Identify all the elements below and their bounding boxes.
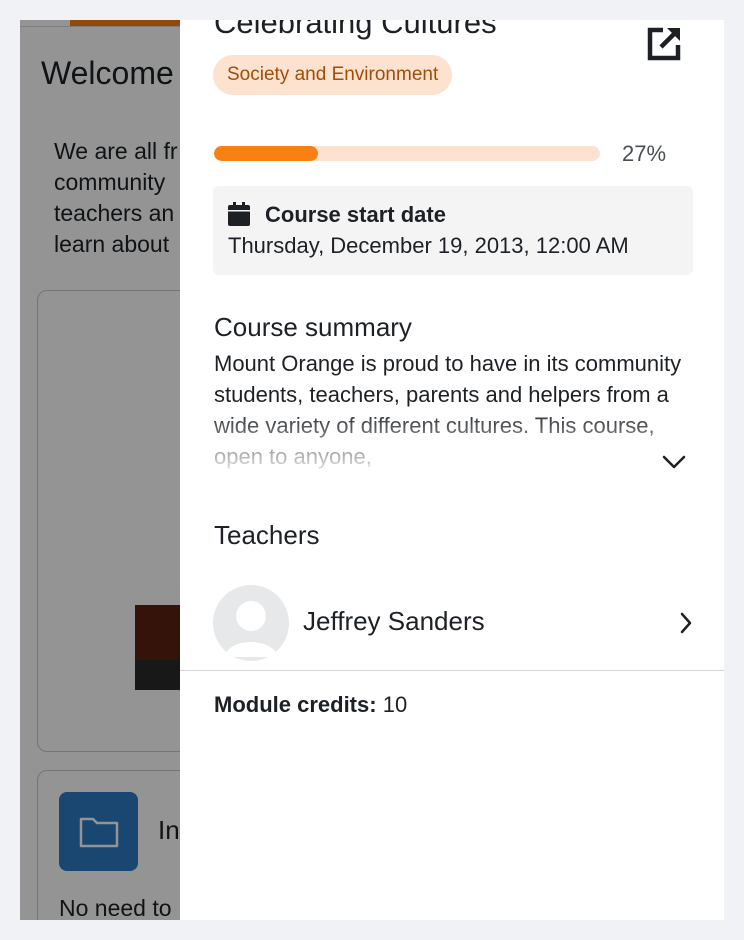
course-summary-text: Mount Orange is proud to have in its com… [214, 348, 704, 470]
module-credits-value: 10 [382, 692, 408, 717]
teacher-list-item[interactable]: Jeffrey Sanders [180, 580, 724, 670]
course-summary-drawer: Celebrating Cultures Society and Environ… [180, 20, 724, 920]
course-start-date-label: Course start date [265, 202, 446, 227]
user-avatar-placeholder [225, 601, 277, 657]
avatar [213, 585, 289, 661]
course-title: Celebrating Cultures [214, 20, 497, 40]
teachers-heading: Teachers [214, 520, 320, 550]
calendar-icon [228, 202, 250, 226]
course-start-date-box: Course start date Thursday, December 19,… [213, 186, 693, 275]
chevron-down-icon[interactable] [661, 452, 687, 472]
progress-percent: 27% [622, 141, 667, 166]
open-in-new-icon[interactable] [643, 23, 685, 65]
progress-bar-fill [214, 146, 319, 161]
course-summary-heading: Course summary [214, 312, 412, 342]
teacher-name: Jeffrey Sanders [303, 606, 485, 636]
summary-fade [214, 408, 704, 470]
app-screen: Welcome We are all fr community teachers… [20, 20, 724, 920]
section-divider [180, 670, 724, 671]
chevron-right-icon [680, 612, 692, 634]
module-credits: Module credits: 10 [214, 692, 407, 718]
progress-bar [214, 146, 600, 161]
course-start-date-value: Thursday, December 19, 2013, 12:00 AM [228, 233, 629, 258]
category-badge: Society and Environment [213, 55, 453, 95]
module-credits-label: Module credits: [214, 692, 377, 717]
